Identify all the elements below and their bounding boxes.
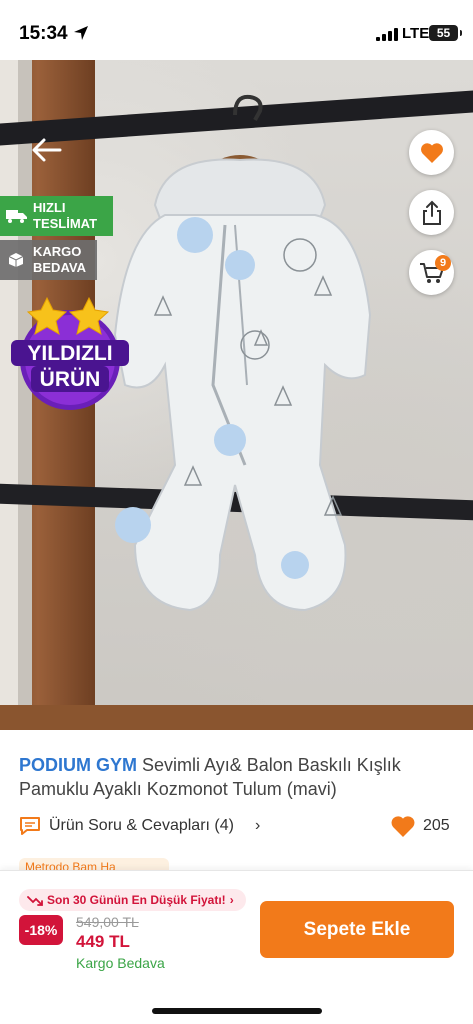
star-badge-line2: ÜRÜN — [40, 368, 101, 391]
favorite-count: 205 — [423, 817, 450, 834]
free-cargo-line1: KARGO — [33, 244, 82, 259]
network-type: LTE — [402, 25, 430, 42]
share-icon — [422, 200, 441, 225]
discount-badge: -18% — [19, 915, 63, 945]
cart-button[interactable]: 9 — [409, 250, 454, 295]
heart-icon — [420, 142, 443, 163]
battery-icon: 55 — [429, 25, 462, 41]
old-price: 549,00 TL — [76, 914, 139, 930]
status-bar: 15:34 LTE 55 — [0, 0, 473, 60]
favorite-button[interactable] — [409, 130, 454, 175]
bottom-purchase-bar: Son 30 Günün En Düşük Fiyatı! › -18% 549,… — [0, 870, 473, 1024]
chevron-right-icon: › — [229, 893, 234, 907]
free-shipping-label: Kargo Bedava — [76, 955, 165, 971]
fast-delivery-line1: HIZLI — [33, 200, 66, 215]
fast-delivery-line2: TESLİMAT — [33, 216, 98, 231]
product-image-gallery[interactable]: 9 HIZLI TESLİMAT KARGO BEDAVA YILDIZLI Ü… — [0, 60, 473, 730]
star-badge-line1: YILDIZLI — [27, 342, 112, 365]
qa-row[interactable]: Ürün Soru & Cevapları (4) › 205 — [19, 815, 459, 839]
signal-icon — [376, 28, 398, 41]
add-to-cart-button[interactable]: Sepete Ekle — [260, 901, 454, 958]
home-indicator[interactable] — [152, 1008, 322, 1014]
back-arrow-icon[interactable] — [30, 135, 64, 165]
status-time: 15:34 — [19, 23, 68, 44]
star-product-badge: YILDIZLI ÜRÜN — [11, 296, 129, 410]
product-title: PODIUM GYM Sevimli Ayı& Balon Baskılı Kı… — [19, 753, 459, 801]
share-button[interactable] — [409, 190, 454, 235]
brand-link[interactable]: PODIUM GYM — [19, 755, 137, 775]
current-price: 449 TL — [76, 932, 130, 951]
chevron-right-icon: › — [255, 817, 261, 834]
box-icon — [8, 253, 24, 267]
free-cargo-line2: BEDAVA — [33, 260, 86, 275]
image-wood-base — [0, 705, 473, 730]
chat-bubble-icon — [20, 817, 40, 835]
heart-filled-icon — [391, 816, 415, 837]
lowest-price-text: Son 30 Günün En Düşük Fiyatı! — [47, 893, 226, 907]
trend-down-icon — [27, 895, 43, 906]
free-cargo-badge: KARGO BEDAVA — [0, 240, 97, 280]
fast-delivery-badge: HIZLI TESLİMAT — [0, 196, 113, 236]
truck-icon — [6, 210, 27, 223]
location-arrow-icon — [74, 26, 88, 40]
product-photo-snowsuit — [113, 94, 372, 612]
cart-count-badge: 9 — [435, 255, 451, 271]
qa-link[interactable]: Ürün Soru & Cevapları (4) — [49, 817, 234, 835]
lowest-price-banner[interactable]: Son 30 Günün En Düşük Fiyatı! › — [19, 889, 246, 911]
